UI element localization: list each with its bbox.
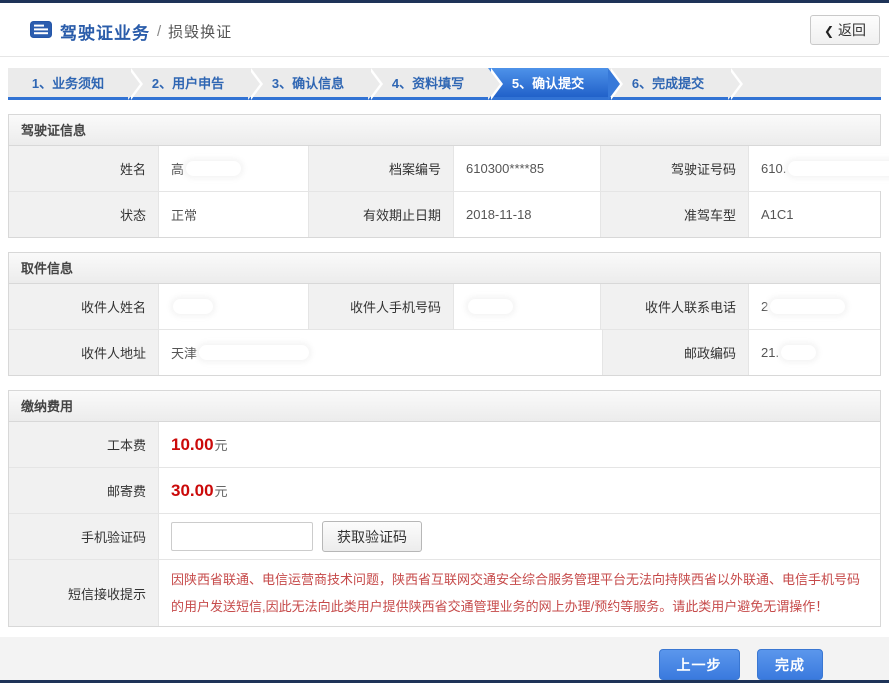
get-sms-code-button[interactable]: 获取验证码 — [322, 521, 422, 552]
redaction-smudge — [788, 161, 889, 176]
footer-actions: 上一步 完成 — [0, 637, 889, 680]
sms-code-input[interactable] — [171, 522, 313, 551]
table-row: 工本费 10.00元 — [9, 422, 880, 467]
license-business-icon — [30, 21, 52, 43]
license-number-value: 610. — [748, 146, 889, 191]
payment-fees-title: 缴纳费用 — [9, 391, 880, 422]
status-label: 状态 — [9, 192, 158, 237]
postcode-value: 21. — [748, 330, 880, 375]
recipient-name-label: 收件人姓名 — [9, 284, 158, 329]
redaction-smudge — [781, 345, 816, 360]
previous-step-button[interactable]: 上一步 — [659, 649, 740, 680]
recipient-mobile-label: 收件人手机号码 — [308, 284, 453, 329]
breadcrumb: 驾驶证业务 / 损毁换证 — [30, 19, 232, 44]
step-bar-filler — [728, 68, 881, 97]
payment-fees-section: 缴纳费用 工本费 10.00元 邮寄费 30.00元 手机验证码 获取验证码 短… — [8, 390, 881, 627]
chevron-left-icon: ❮ — [824, 24, 834, 38]
step-3-confirm-info[interactable]: 3、确认信息 — [248, 68, 368, 97]
file-number-value: 610300****85 — [453, 146, 600, 191]
table-row: 姓名 高 档案编号 610300****85 驾驶证号码 610. — [9, 146, 880, 191]
step-5-confirm-submit-active[interactable]: 5、确认提交 — [488, 68, 608, 97]
back-button[interactable]: ❮ 返回 — [810, 15, 880, 45]
recipient-phone-label: 收件人联系电话 — [600, 284, 748, 329]
vehicle-class-label: 准驾车型 — [600, 192, 748, 237]
step-1-business-notice[interactable]: 1、业务须知 — [8, 68, 128, 97]
table-row: 状态 正常 有效期止日期 2018-11-18 准驾车型 A1C1 — [9, 191, 880, 237]
redaction-smudge — [770, 299, 845, 314]
back-button-label: 返回 — [838, 22, 866, 38]
step-2-user-declaration[interactable]: 2、用户申告 — [128, 68, 248, 97]
recipient-address-value: 天津 — [158, 330, 602, 375]
recipient-name-value — [158, 284, 308, 329]
table-row: 收件人地址 天津 邮政编码 21. — [9, 329, 880, 375]
finish-button[interactable]: 完成 — [757, 649, 823, 680]
redaction-smudge — [199, 345, 309, 360]
step-progress-bar: 1、业务须知 2、用户申告 3、确认信息 4、资料填写 5、确认提交 6、完成提… — [8, 68, 881, 100]
postcode-label: 邮政编码 — [602, 330, 748, 375]
expiry-date-label: 有效期止日期 — [308, 192, 453, 237]
production-fee-label: 工本费 — [9, 422, 158, 467]
pickup-info-section: 取件信息 收件人姓名 收件人手机号码 收件人联系电话 2 收件人地址 天津 邮政… — [8, 252, 881, 376]
status-value: 正常 — [158, 192, 308, 237]
table-row: 收件人姓名 收件人手机号码 收件人联系电话 2 — [9, 284, 880, 329]
redaction-smudge — [173, 299, 213, 314]
step-4-fill-data[interactable]: 4、资料填写 — [368, 68, 488, 97]
license-number-label: 驾驶证号码 — [600, 146, 748, 191]
page-header: 驾驶证业务 / 损毁换证 ❮ 返回 — [0, 3, 889, 57]
postage-fee-label: 邮寄费 — [9, 468, 158, 513]
page-subtitle: 损毁换证 — [168, 21, 232, 42]
production-fee-value: 10.00元 — [158, 422, 880, 467]
page-title: 驾驶证业务 — [60, 19, 150, 44]
pickup-info-title: 取件信息 — [9, 253, 880, 284]
redaction-smudge — [186, 161, 241, 176]
redaction-smudge — [468, 299, 513, 314]
recipient-mobile-value — [453, 284, 600, 329]
sms-notice-cell: 因陕西省联通、电信运营商技术问题，陕西省互联网交通安全综合服务管理平台无法向持陕… — [158, 560, 880, 626]
postage-fee-value: 30.00元 — [158, 468, 880, 513]
expiry-date-value: 2018-11-18 — [453, 192, 600, 237]
recipient-phone-value: 2 — [748, 284, 880, 329]
file-number-label: 档案编号 — [308, 146, 453, 191]
sms-notice-label: 短信接收提示 — [9, 560, 158, 626]
name-value: 高 — [158, 146, 308, 191]
license-info-section: 驾驶证信息 姓名 高 档案编号 610300****85 驾驶证号码 610. … — [8, 114, 881, 238]
table-row: 邮寄费 30.00元 — [9, 467, 880, 513]
vehicle-class-value: A1C1 — [748, 192, 880, 237]
name-label: 姓名 — [9, 146, 158, 191]
recipient-address-label: 收件人地址 — [9, 330, 158, 375]
table-row: 短信接收提示 因陕西省联通、电信运营商技术问题，陕西省互联网交通安全综合服务管理… — [9, 559, 880, 626]
table-row: 手机验证码 获取验证码 — [9, 513, 880, 559]
sms-code-cell: 获取验证码 — [158, 514, 880, 559]
breadcrumb-separator: / — [157, 23, 161, 40]
main-content: 驾驶证业务 / 损毁换证 ❮ 返回 1、业务须知 2、用户申告 3、确认信息 4、… — [0, 3, 889, 637]
license-info-title: 驾驶证信息 — [9, 115, 880, 146]
step-6-complete-submit[interactable]: 6、完成提交 — [608, 68, 728, 97]
sms-code-label: 手机验证码 — [9, 514, 158, 559]
sms-notice-text: 因陕西省联通、电信运营商技术问题，陕西省互联网交通安全综合服务管理平台无法向持陕… — [159, 560, 880, 626]
